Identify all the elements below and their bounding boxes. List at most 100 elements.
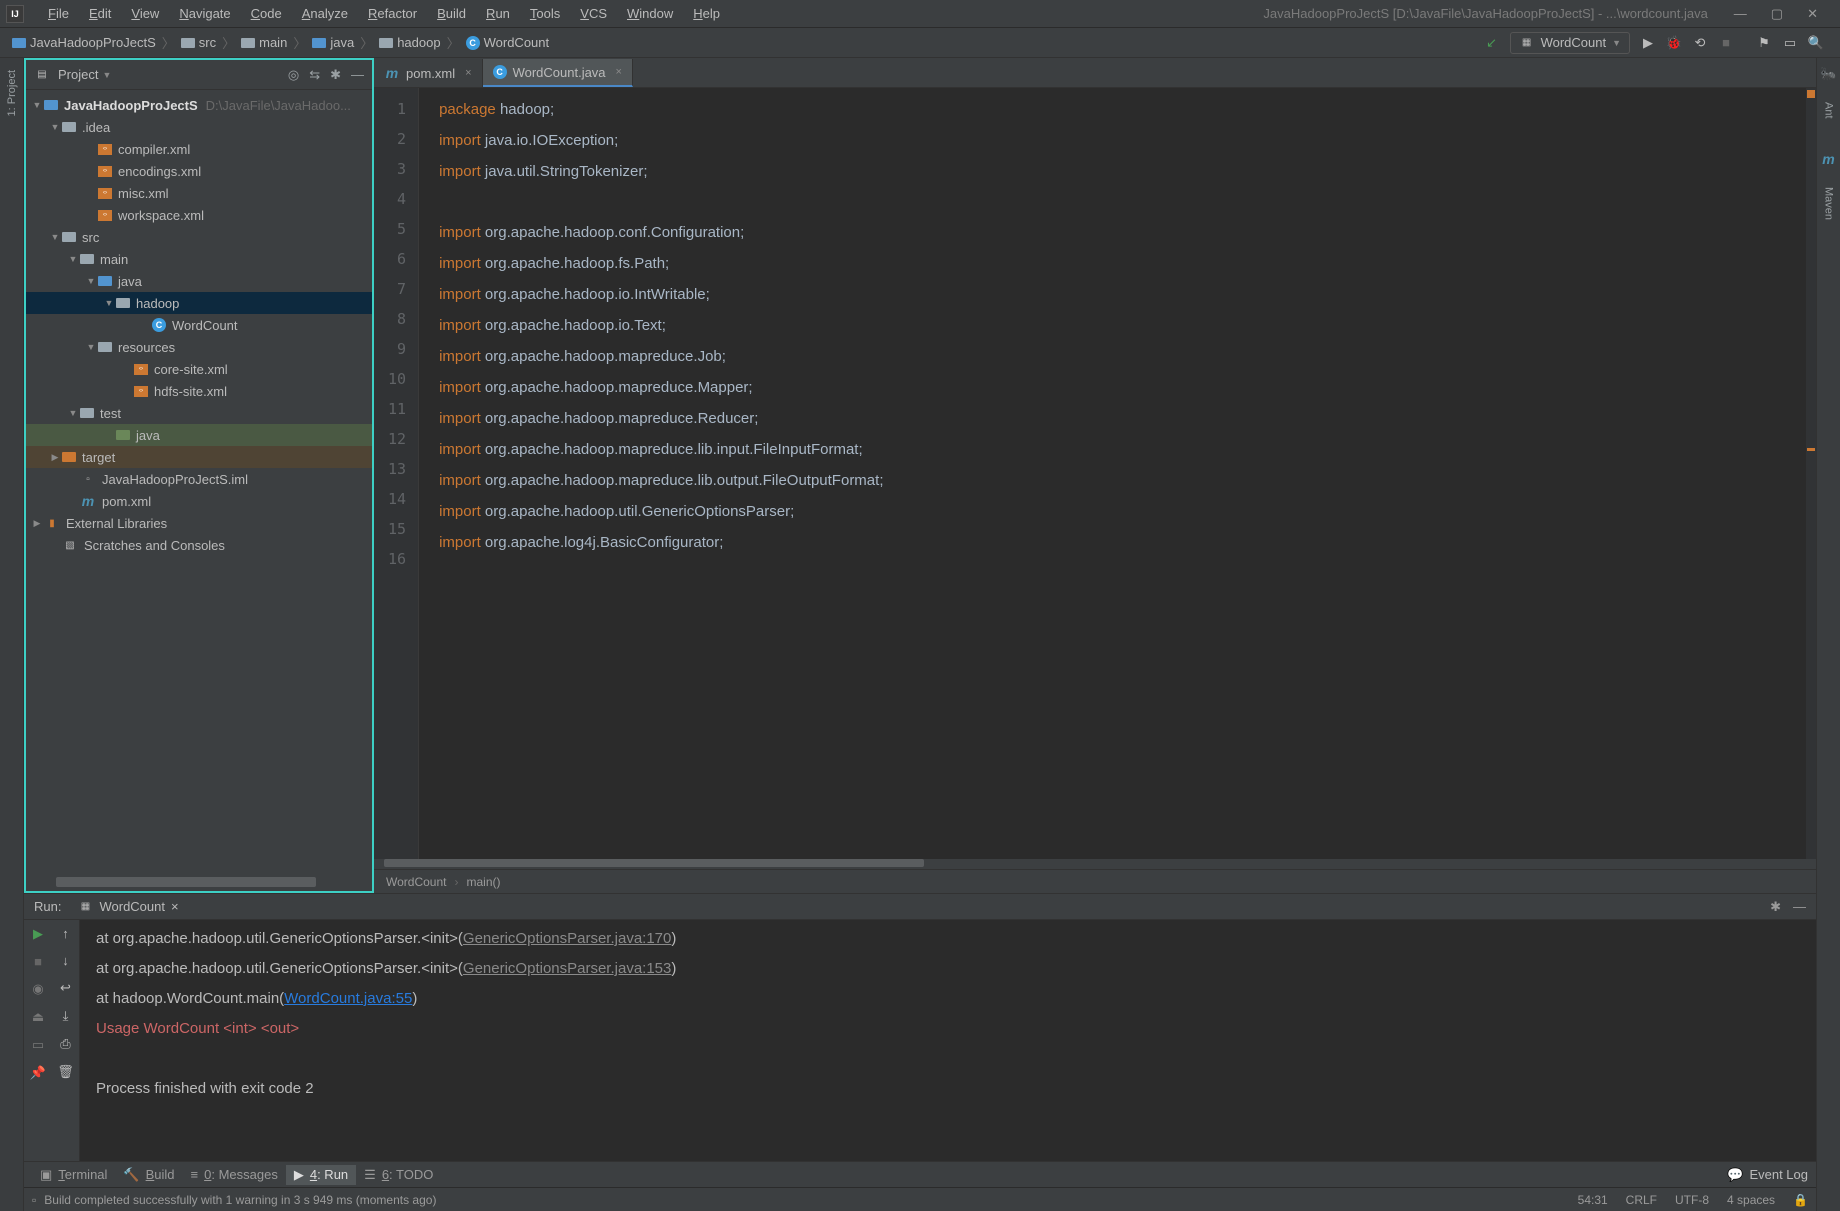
tree-root[interactable]: ▼JavaHadoopProJectSD:\JavaFile\JavaHadoo… [26,94,372,116]
project-panel-title[interactable]: Project ▼ [58,67,111,82]
menu-view[interactable]: View [121,6,169,21]
editor-tab-WordCount.java[interactable]: CWordCount.java× [483,59,633,87]
code-crumb-method[interactable]: main() [466,875,500,889]
status-4spaces[interactable]: 4 spaces [1727,1193,1775,1207]
maven-tool-button[interactable]: Maven [1823,183,1835,224]
settings-icon[interactable]: ✱ [330,67,341,83]
editor-hscrollbar[interactable] [374,859,1816,869]
breadcrumb-javahadoopprojects[interactable]: JavaHadoopProJectS [12,35,156,50]
menu-tools[interactable]: Tools [520,6,570,21]
editor-tab-pom.xml[interactable]: mpom.xml× [374,59,483,87]
tree-node-extlib[interactable]: ▶▮External Libraries [26,512,372,534]
down-button[interactable]: ↓ [62,953,69,968]
tree-file-misc.xml[interactable]: ‹›misc.xml [26,182,372,204]
tree-node-scratches[interactable]: ▧Scratches and Consoles [26,534,372,556]
horizontal-scrollbar[interactable] [56,877,316,887]
bottom-tab-messages[interactable]: ≡0: Messages [183,1165,286,1185]
code-editor[interactable]: package hadoop; import java.io.IOExcepti… [418,88,1806,859]
scroll-button[interactable]: ⤓ [63,1008,69,1024]
line-number-gutter[interactable]: 12345678910111213141516 [374,88,418,859]
layout-button[interactable]: ▭ [32,1037,44,1053]
menu-vcs[interactable]: VCS [570,6,617,21]
tree-node-target[interactable]: ▶target [26,446,372,468]
menu-build[interactable]: Build [427,6,476,21]
hide-icon[interactable]: — [351,67,364,83]
stacktrace-link[interactable]: GenericOptionsParser.java:170 [463,930,671,947]
code-crumb-class[interactable]: WordCount [386,875,446,889]
menu-navigate[interactable]: Navigate [169,6,240,21]
stacktrace-link[interactable]: GenericOptionsParser.java:153 [463,960,671,977]
tree-node-hadoop[interactable]: ▼hadoop [26,292,372,314]
readonly-lock-icon[interactable]: 🔒 [1793,1193,1808,1207]
pin-button[interactable]: 📌 [30,1065,46,1081]
tree-node-src[interactable]: ▼src [26,226,372,248]
exit-button[interactable]: ⏏ [32,1009,44,1025]
tree-node-idea[interactable]: ▼.idea [26,116,372,138]
update-button[interactable]: ⚑ [1756,35,1772,51]
status-utf8[interactable]: UTF-8 [1675,1193,1709,1207]
layout-button[interactable]: ▭ [1782,35,1798,51]
status-5431[interactable]: 54:31 [1578,1193,1608,1207]
run-console[interactable]: at org.apache.hadoop.util.GenericOptions… [80,920,1816,1161]
close-button[interactable]: ✕ [1807,6,1818,22]
breadcrumb-main[interactable]: main [241,35,287,50]
breadcrumb-wordcount[interactable]: CWordCount [466,35,550,50]
stop-button[interactable]: ■ [1718,35,1734,51]
tree-node-pom[interactable]: mpom.xml [26,490,372,512]
error-stripe[interactable] [1806,88,1816,859]
tree-node-resources[interactable]: ▼resources [26,336,372,358]
locate-icon[interactable]: ◎ [288,67,299,83]
ant-tool-button[interactable]: Ant [1823,98,1835,123]
tree-file-encodings.xml[interactable]: ‹›encodings.xml [26,160,372,182]
project-tool-button[interactable]: 1: Project [6,66,18,120]
tree-file-hdfs-site.xml[interactable]: ‹›hdfs-site.xml [26,380,372,402]
up-button[interactable]: ↑ [62,926,69,941]
tree-node-test[interactable]: ▼test [26,402,372,424]
tree-file-core-site.xml[interactable]: ‹›core-site.xml [26,358,372,380]
status-icon[interactable]: ▫ [32,1193,36,1207]
menu-refactor[interactable]: Refactor [358,6,427,21]
tree-node-main[interactable]: ▼main [26,248,372,270]
tree-file-compiler.xml[interactable]: ‹›compiler.xml [26,138,372,160]
print-button[interactable]: ⎙ [60,1036,70,1052]
bottom-tab-terminal[interactable]: ▣Terminal [32,1165,115,1185]
menu-analyze[interactable]: Analyze [292,6,358,21]
minimize-button[interactable]: — [1734,6,1747,22]
menu-window[interactable]: Window [617,6,683,21]
close-tab-icon[interactable]: × [171,899,179,914]
bottom-tab-build[interactable]: 🔨Build [115,1165,182,1185]
stacktrace-link[interactable]: WordCount.java:55 [284,990,412,1007]
ant-tool-icon[interactable]: 🐜 [1820,66,1836,82]
run-hide-icon[interactable]: — [1793,899,1806,915]
status-crlf[interactable]: CRLF [1626,1193,1657,1207]
tree-node-test-java[interactable]: java [26,424,372,446]
tree-file-workspace.xml[interactable]: ‹›workspace.xml [26,204,372,226]
rerun-button[interactable]: ▶ [33,926,43,942]
close-tab-icon[interactable]: × [616,66,622,78]
breadcrumb-java[interactable]: java [312,35,354,50]
tree-node-iml[interactable]: ▫JavaHadoopProJectS.iml [26,468,372,490]
tree-node-java[interactable]: ▼java [26,270,372,292]
menu-file[interactable]: File [38,6,79,21]
menu-help[interactable]: Help [683,6,730,21]
dump-button[interactable]: ◉ [32,981,43,997]
build-icon[interactable]: ↙ [1484,35,1500,51]
run-config-selector[interactable]: ▦ WordCount ▼ [1510,32,1630,54]
code-breadcrumbs[interactable]: WordCount › main() [374,869,1816,893]
warning-mark[interactable] [1807,448,1815,451]
run-tab[interactable]: ▦ WordCount × [71,897,184,917]
menu-code[interactable]: Code [241,6,292,21]
stop-button[interactable]: ■ [34,954,42,969]
collapse-icon[interactable]: ⇆ [309,67,320,83]
menu-run[interactable]: Run [476,6,520,21]
wrap-button[interactable]: ↩ [60,980,71,996]
clear-button[interactable]: 🗑 [57,1064,74,1080]
bottom-tab-todo[interactable]: ☰6: TODO [356,1165,441,1185]
search-everywhere-button[interactable]: 🔍 [1808,35,1824,51]
tree-node-wordcount[interactable]: CWordCount [26,314,372,336]
maximize-button[interactable]: ▢ [1771,6,1783,22]
debug-button[interactable]: 🐞 [1666,35,1682,51]
project-tree[interactable]: ▼JavaHadoopProJectSD:\JavaFile\JavaHadoo… [26,90,372,877]
bottom-tab-run[interactable]: ▶4: Run [286,1165,356,1185]
event-log-button[interactable]: 💬Event Log [1727,1167,1808,1183]
